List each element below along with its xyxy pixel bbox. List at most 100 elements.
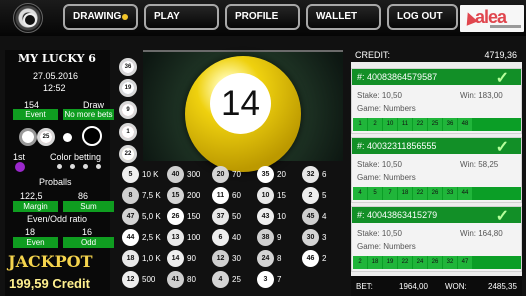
current-ball-number: 14 [210, 73, 271, 134]
even-odd-ratio-label: Even/Odd ratio [27, 214, 88, 224]
ticket-card[interactable]: #: 40043863415279 ✓ Stake: 10,50 Win: 16… [351, 206, 522, 272]
stake-multiplier: 40 [232, 233, 241, 242]
stake-ball: 18 [122, 250, 139, 267]
stake-ball: 2 [302, 187, 319, 204]
stake-multiplier: 7,5 K [142, 191, 161, 200]
stake-ball: 32 [302, 166, 319, 183]
ticket-number-row: 2 18 19 22 24 26 32 47 [353, 256, 521, 269]
checkmark-icon: ✓ [495, 208, 509, 225]
jackpot-credit: 199,59 Credit [9, 276, 90, 291]
drawing-tab-label: DRAWING [73, 11, 122, 22]
wallet-tab[interactable]: WALLET [306, 4, 381, 30]
stake-multiplier: 20 [277, 170, 286, 179]
color-betting-option [57, 164, 62, 169]
drawn-ball: 22 [119, 145, 137, 163]
proballs-label: Proballs [39, 177, 72, 187]
stake-multiplier: 7 [277, 275, 282, 284]
black-indicator [82, 126, 102, 146]
stake-multiplier: 200 [187, 191, 201, 200]
ticket-number-cell: 1 [353, 118, 367, 131]
ticket-number-cell: 11 [398, 118, 412, 131]
margin-badge: Margin [13, 201, 58, 212]
current-ball-display: 14 [143, 50, 343, 172]
stake-ball: 37 [212, 208, 229, 225]
stake-ball: 3 [257, 271, 274, 288]
color-betting-option [96, 164, 101, 169]
odd-value: 16 [82, 227, 93, 237]
proball-number: 25 [37, 128, 55, 146]
stake-multiplier: 2,5 K [142, 233, 161, 242]
logout-tab[interactable]: LOG OUT [387, 4, 458, 30]
color-betting-label: Color betting [50, 152, 102, 162]
ticket-number-cell: 33 [443, 187, 457, 200]
stake-multiplier: 9 [277, 233, 282, 242]
proball-number-label: 25 [40, 131, 52, 143]
white-indicator [63, 133, 72, 142]
stake-ball: 20 [212, 166, 229, 183]
alea-logo: alea [460, 5, 524, 32]
ticket-card[interactable]: #: 40032311856555 ✓ Stake: 10,50 Win: 58… [351, 137, 522, 203]
drawn-ball: 9 [119, 101, 137, 119]
first-color-ball [15, 162, 25, 172]
ticket-number-row: 4 5 7 18 22 26 33 44 [353, 187, 521, 200]
sum-badge: Sum [63, 201, 114, 212]
stake-ball: 40 [167, 166, 184, 183]
stake-ball: 43 [257, 208, 274, 225]
settings-gear-icon[interactable] [13, 3, 43, 33]
stake-multiplier: 60 [232, 191, 241, 200]
stake-multiplier: 80 [187, 275, 196, 284]
game-line: Game: Numbers [357, 173, 416, 182]
stake-ball: 41 [167, 271, 184, 288]
stake-ball: 15 [167, 187, 184, 204]
stake-ball: 14 [167, 250, 184, 267]
checkmark-icon: ✓ [495, 139, 509, 156]
won-value: 2485,35 [488, 282, 517, 291]
ticket-card[interactable]: #: 40083864579587 ✓ Stake: 10,50 Win: 18… [351, 68, 522, 134]
stake-ball: 30 [302, 229, 319, 246]
checkmark-icon: ✓ [495, 70, 509, 87]
stake-ball: 5 [122, 166, 139, 183]
even-value: 18 [25, 227, 36, 237]
ticket-number-cell: 44 [458, 187, 472, 200]
profile-tab-label: PROFILE [235, 11, 279, 22]
stake-multiplier: 8 [277, 254, 282, 263]
ticket-number-cell: 36 [443, 118, 457, 131]
sum-value: 86 [78, 191, 89, 201]
ticket-number-cell: 7 [383, 187, 397, 200]
ticket-number-cell: 22 [398, 256, 412, 269]
ticket-number-cell: 2 [368, 118, 382, 131]
ticket-number-cell: 26 [428, 256, 442, 269]
stake-ball: 13 [167, 229, 184, 246]
stake-ball: 47 [122, 208, 139, 225]
profile-tab[interactable]: PROFILE [225, 4, 300, 30]
active-indicator-dot [122, 14, 128, 20]
stake-multiplier: 3 [322, 233, 327, 242]
draw-date: 27.05.2016 [33, 71, 79, 81]
credit-value: 4719,36 [484, 50, 517, 60]
credit-label: CREDIT: [355, 50, 391, 60]
current-drawn-ball: 14 [185, 56, 301, 172]
stake-ball: 38 [257, 229, 274, 246]
stake-multiplier: 50 [232, 212, 241, 221]
first-label: 1st [13, 152, 26, 162]
stake-multiplier: 5,0 K [142, 212, 161, 221]
color-betting-option [83, 164, 88, 169]
win-line: Win: 183,00 [460, 91, 503, 100]
stake-multiplier: 90 [187, 254, 196, 263]
stake-ball: 24 [257, 250, 274, 267]
draw-info-panel: MY LUCKY 6 27.05.2016 12:52 154 Draw Eve… [5, 50, 114, 296]
bet-label: BET: [356, 282, 373, 291]
bet-won-bar: BET: 1964,00 WON: 2485,35 [351, 276, 522, 296]
stake-ball: 12 [212, 250, 229, 267]
stake-multiplier: 15 [277, 191, 286, 200]
drawing-tab[interactable]: DRAWING [63, 4, 138, 30]
stake-ball: 4 [212, 271, 229, 288]
stake-multiplier: 150 [187, 212, 201, 221]
stake-ball: 11 [212, 187, 229, 204]
play-tab[interactable]: PLAY [144, 4, 219, 30]
proball-empty [19, 128, 37, 146]
event-badge: Event [13, 109, 58, 120]
no-more-bets-badge: No more bets [63, 109, 114, 120]
ticket-number-cell: 26 [428, 187, 442, 200]
stake-multiplier: 4 [322, 212, 327, 221]
